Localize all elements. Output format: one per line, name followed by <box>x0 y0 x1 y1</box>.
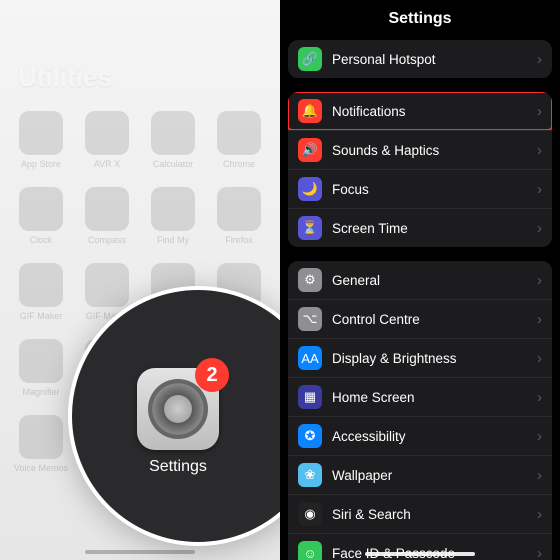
row-icon: ⚙︎ <box>298 268 322 292</box>
app-icon <box>19 187 63 231</box>
app-icon <box>85 263 129 307</box>
app-icon <box>217 111 261 155</box>
row-label: Notifications <box>332 104 527 119</box>
settings-row-control-centre[interactable]: ⌥ Control Centre › <box>288 299 552 338</box>
app-label: Voice Memos <box>14 463 68 473</box>
row-label: Control Centre <box>332 312 527 327</box>
settings-row-home-screen[interactable]: ▦ Home Screen › <box>288 377 552 416</box>
row-label: Personal Hotspot <box>332 52 527 67</box>
app-icon <box>19 339 63 383</box>
app-icon <box>85 187 129 231</box>
settings-row-screen-time[interactable]: ⏳ Screen Time › <box>288 208 552 247</box>
home-indicator <box>365 552 475 556</box>
app-tile[interactable]: App Store <box>14 111 68 169</box>
settings-row-wallpaper[interactable]: ❀ Wallpaper › <box>288 455 552 494</box>
app-tile[interactable]: Clock <box>14 187 68 245</box>
chevron-right-icon: › <box>537 181 542 198</box>
folder-title: Utilities <box>18 62 266 93</box>
gear-icon <box>148 379 208 439</box>
app-tile[interactable]: Firefox <box>212 187 266 245</box>
app-tile[interactable]: Calculator <box>146 111 200 169</box>
settings-row-personal-hotspot[interactable]: 🔗 Personal Hotspot › <box>288 40 552 78</box>
row-icon: ▦ <box>298 385 322 409</box>
settings-list[interactable]: 🔗 Personal Hotspot › 🔔 Notifications › 🔊 Sounds… <box>280 40 560 560</box>
app-label: Magnifier <box>23 387 60 397</box>
settings-group: 🔔 Notifications › 🔊 Sounds & Haptics › 🌙 Focus ›… <box>288 92 552 247</box>
settings-row-siri-search[interactable]: ◉ Siri & Search › <box>288 494 552 533</box>
chevron-right-icon: › <box>537 51 542 68</box>
app-tile[interactable]: Chrome <box>212 111 266 169</box>
app-label: Firefox <box>225 235 253 245</box>
app-icon <box>85 111 129 155</box>
settings-row-general[interactable]: ⚙︎ General › <box>288 261 552 299</box>
settings-row-sounds-haptics[interactable]: 🔊 Sounds & Haptics › <box>288 130 552 169</box>
chevron-right-icon: › <box>537 103 542 120</box>
settings-app-icon[interactable]: 2 <box>137 368 219 450</box>
app-icon <box>19 111 63 155</box>
chevron-right-icon: › <box>537 428 542 445</box>
settings-group: 🔗 Personal Hotspot › <box>288 40 552 78</box>
row-label: Display & Brightness <box>332 351 527 366</box>
app-tile[interactable]: Magnifier <box>14 339 68 397</box>
row-icon: 🌙 <box>298 177 322 201</box>
chevron-right-icon: › <box>537 142 542 159</box>
row-icon: ⏳ <box>298 216 322 240</box>
row-icon: ❀ <box>298 463 322 487</box>
app-icon <box>19 263 63 307</box>
app-label: Calculator <box>153 159 194 169</box>
app-icon <box>151 187 195 231</box>
settings-group: ⚙︎ General › ⌥ Control Centre › AA Display & Br… <box>288 261 552 560</box>
app-tile[interactable]: Compass <box>80 187 134 245</box>
app-label: Compass <box>88 235 126 245</box>
settings-row-focus[interactable]: 🌙 Focus › <box>288 169 552 208</box>
chevron-right-icon: › <box>537 467 542 484</box>
app-label: App Store <box>21 159 61 169</box>
settings-row-accessibility[interactable]: ✪ Accessibility › <box>288 416 552 455</box>
row-label: Wallpaper <box>332 468 527 483</box>
settings-app-label: Settings <box>149 458 207 476</box>
row-icon: 🔔 <box>298 99 322 123</box>
row-label: Sounds & Haptics <box>332 143 527 158</box>
app-icon <box>217 187 261 231</box>
app-tile[interactable]: Voice Memos <box>14 415 68 473</box>
app-label: Find My <box>157 235 189 245</box>
chevron-right-icon: › <box>537 545 542 560</box>
app-label: GIF Maker <box>20 311 63 321</box>
settings-pane: Settings 🔗 Personal Hotspot › 🔔 Notification… <box>280 0 560 560</box>
settings-row-notifications[interactable]: 🔔 Notifications › <box>288 92 552 130</box>
row-icon: 🔊 <box>298 138 322 162</box>
row-label: Siri & Search <box>332 507 527 522</box>
app-icon <box>19 415 63 459</box>
notification-badge: 2 <box>195 358 229 392</box>
chevron-right-icon: › <box>537 350 542 367</box>
row-icon: 🔗 <box>298 47 322 71</box>
home-indicator <box>85 550 195 554</box>
chevron-right-icon: › <box>537 311 542 328</box>
row-label: Screen Time <box>332 221 527 236</box>
row-icon: ☺ <box>298 541 322 560</box>
app-label: AVR X <box>94 159 120 169</box>
row-label: General <box>332 273 527 288</box>
homescreen-pane: Utilities App Store AVR X Calculator Chrome… <box>0 0 280 560</box>
row-label: Focus <box>332 182 527 197</box>
app-label: Chrome <box>223 159 255 169</box>
chevron-right-icon: › <box>537 220 542 237</box>
chevron-right-icon: › <box>537 389 542 406</box>
app-tile[interactable]: Find My <box>146 187 200 245</box>
app-icon <box>151 111 195 155</box>
chevron-right-icon: › <box>537 506 542 523</box>
row-icon: AA <box>298 346 322 370</box>
app-tile[interactable]: GIF Maker <box>14 263 68 321</box>
app-tile[interactable]: AVR X <box>80 111 134 169</box>
settings-row-display-brightness[interactable]: AA Display & Brightness › <box>288 338 552 377</box>
chevron-right-icon: › <box>537 272 542 289</box>
page-title: Settings <box>280 0 560 40</box>
row-label: Accessibility <box>332 429 527 444</box>
app-label: Clock <box>30 235 53 245</box>
row-icon: ◉ <box>298 502 322 526</box>
row-icon: ✪ <box>298 424 322 448</box>
row-icon: ⌥ <box>298 307 322 331</box>
row-label: Home Screen <box>332 390 527 405</box>
